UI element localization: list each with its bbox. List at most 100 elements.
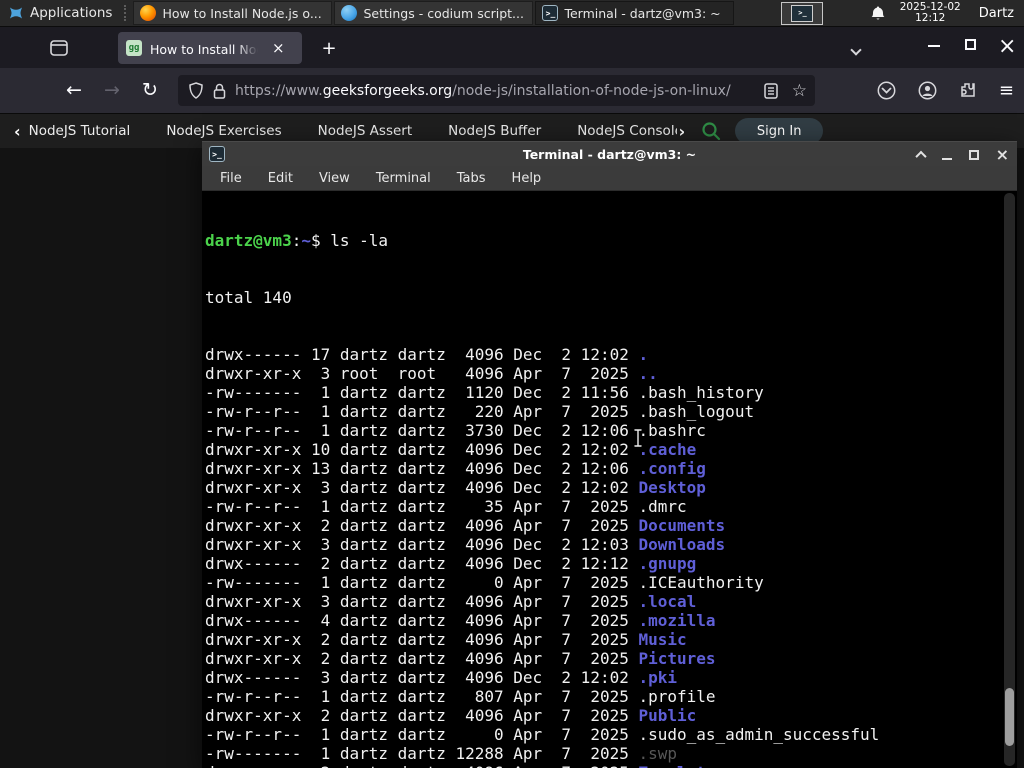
file-name: . (638, 345, 649, 364)
terminal-line: -rw-r--r-- 1 dartz dartz 807 Apr 7 2025 … (205, 687, 1001, 706)
taskbar: How to Install Node.js o... Settings - co… (132, 0, 735, 26)
url-domain: geeksforgeeks.org (322, 82, 453, 99)
menu-item-file[interactable]: File (220, 171, 242, 186)
terminal-line: drwx------ 4 dartz dartz 4096 Apr 7 2025… (205, 611, 1001, 630)
prompt-cwd: ~ (301, 231, 311, 250)
terminal-line: drwxr-xr-x 2 dartz dartz 4096 Apr 7 2025… (205, 763, 1001, 768)
tab-title-fade (236, 39, 262, 57)
file-attributes: -rw-r--r-- 1 dartz dartz 35 Apr 7 2025 (205, 497, 639, 516)
nav-scroll-right-chevron-icon[interactable]: › (677, 122, 696, 141)
file-attributes: drwxr-xr-x 2 dartz dartz 4096 Apr 7 2025 (205, 630, 639, 649)
terminal-maximize-button[interactable] (968, 149, 979, 160)
applications-label: Applications (30, 5, 113, 21)
file-attributes: drwxr-xr-x 2 dartz dartz 4096 Apr 7 2025 (205, 516, 639, 535)
file-attributes: drwxr-xr-x 2 dartz dartz 4096 Apr 7 2025 (205, 706, 639, 725)
file-attributes: drwxr-xr-x 2 dartz dartz 4096 Apr 7 2025 (205, 649, 639, 668)
terminal-body[interactable]: dartz@vm3:~$ ls -la total 140 drwx------… (202, 191, 1017, 768)
terminal-titlebar[interactable]: >_ Terminal - dartz@vm3: ~ × (202, 141, 1017, 166)
file-attributes: -rw-r--r-- 1 dartz dartz 0 Apr 7 2025 (205, 725, 639, 744)
nav-item[interactable]: NodeJS Buffer (448, 123, 541, 139)
tab-close-button[interactable]: × (270, 40, 287, 56)
url-text[interactable]: https://www.geeksforgeeks.org/node-js/in… (235, 83, 731, 99)
username[interactable]: Dartz (975, 6, 1014, 21)
clock[interactable]: 2025-12-02 12:12 (900, 1, 961, 25)
browser-tab[interactable]: gg How to Install Node.js on × (118, 32, 302, 64)
file-name: .bash_logout (638, 402, 755, 421)
taskbar-button[interactable]: Settings - codium script... (334, 1, 534, 25)
taskbar-button-label: Settings - codium script... (363, 5, 524, 21)
taskbar-button-label: Terminal - dartz@vm3: ~ (564, 5, 721, 21)
terminal-line: -rw-r--r-- 1 dartz dartz 3730 Dec 2 12:0… (205, 421, 1001, 440)
nav-item[interactable]: NodeJS Exercises (166, 123, 281, 139)
menu-item-edit[interactable]: Edit (268, 171, 293, 186)
nav-item[interactable]: NodeJS Tutorial (29, 123, 131, 139)
terminal-line: -rw-r--r-- 1 dartz dartz 220 Apr 7 2025 … (205, 402, 1001, 421)
nav-item[interactable]: NodeJS Console (577, 123, 676, 139)
reload-button[interactable]: ↻ (134, 75, 166, 105)
applications-button[interactable]: Applications (0, 0, 120, 26)
file-attributes: -rw------- 1 dartz dartz 1120 Dec 2 11:5… (205, 383, 639, 402)
file-attributes: drwx------ 2 dartz dartz 4096 Dec 2 12:1… (205, 554, 639, 573)
taskbar-button-label: How to Install Node.js o... (162, 5, 322, 21)
menu-item-tabs[interactable]: Tabs (457, 171, 486, 186)
firefox-view-icon (50, 40, 68, 56)
file-name: .profile (638, 687, 716, 706)
workspace-switcher[interactable]: >_ (781, 1, 824, 25)
terminal-total-line: total 140 (205, 288, 292, 307)
menu-item-view[interactable]: View (319, 171, 350, 186)
terminal-close-button[interactable]: × (996, 146, 1009, 162)
taskbar-button[interactable]: How to Install Node.js o... (133, 1, 333, 25)
terminal-title: Terminal - dartz@vm3: ~ (522, 146, 697, 162)
extensions-puzzle-icon[interactable] (959, 81, 977, 99)
shield-icon[interactable] (188, 82, 204, 99)
nav-scroll-left-chevron-icon[interactable]: ‹ (0, 122, 29, 141)
firefox-icon (140, 5, 157, 21)
terminal-line: -rw------- 1 dartz dartz 12288 Apr 7 202… (205, 744, 1001, 763)
xubuntu-logo-icon (10, 7, 22, 19)
file-attributes: -rw------- 1 dartz dartz 0 Apr 7 2025 (205, 573, 639, 592)
url-bar[interactable]: https://www.geeksforgeeks.org/node-js/in… (178, 75, 815, 106)
terminal-minimize-button[interactable] (941, 157, 952, 160)
back-button[interactable]: ← (58, 75, 90, 105)
terminal-shade-button[interactable] (914, 150, 927, 162)
chevron-down-icon (850, 44, 862, 56)
file-attributes: drwxr-xr-x 3 dartz dartz 4096 Dec 2 12:0… (205, 535, 639, 554)
terminal-line: drwxr-xr-x 13 dartz dartz 4096 Dec 2 12:… (205, 459, 1001, 478)
lock-icon[interactable] (213, 83, 226, 99)
file-attributes: drwxr-xr-x 2 dartz dartz 4096 Apr 7 2025 (205, 763, 638, 768)
list-all-tabs-button[interactable] (850, 39, 870, 56)
terminal-scrollbar[interactable] (1004, 193, 1015, 766)
file-attributes: -rw-r--r-- 1 dartz dartz 220 Apr 7 2025 (205, 402, 639, 421)
browser-minimize-button[interactable] (928, 45, 940, 47)
reader-mode-icon[interactable] (764, 82, 778, 99)
search-icon[interactable] (701, 121, 721, 141)
browser-close-button[interactable]: × (998, 31, 1016, 63)
terminal-line: drwxr-xr-x 3 dartz dartz 4096 Dec 2 12:0… (205, 535, 1001, 554)
menu-item-help[interactable]: Help (512, 171, 542, 186)
file-name: .swp (638, 744, 678, 763)
url-scheme: https://www. (235, 82, 323, 99)
file-name: .dmrc (638, 497, 687, 516)
file-name: Templates (638, 763, 725, 768)
taskbar-button[interactable]: >_ Terminal - dartz@vm3: ~ (535, 1, 735, 25)
firefox-view-button[interactable] (46, 35, 72, 61)
bookmark-star-icon[interactable]: ☆ (792, 81, 807, 101)
terminal-line: drwxr-xr-x 2 dartz dartz 4096 Apr 7 2025… (205, 706, 1001, 725)
menu-item-terminal[interactable]: Terminal (376, 171, 431, 186)
pocket-icon[interactable] (877, 81, 896, 100)
ibeam-mouse-cursor (633, 428, 643, 448)
browser-maximize-button[interactable] (965, 39, 976, 50)
terminal-line: -rw-r--r-- 1 dartz dartz 35 Apr 7 2025 .… (205, 497, 1001, 516)
file-attributes: -rw------- 1 dartz dartz 12288 Apr 7 202… (205, 744, 639, 763)
menu-hamburger-icon[interactable]: ≡ (999, 80, 1014, 101)
file-name: Music (638, 630, 687, 649)
account-icon[interactable] (918, 81, 937, 100)
file-attributes: drwx------ 17 dartz dartz 4096 Dec 2 12:… (205, 345, 639, 364)
notification-bell-icon[interactable] (870, 5, 886, 21)
url-path: /node-js/installation-of-node-js-on-linu… (452, 82, 731, 99)
nav-item[interactable]: NodeJS Assert (318, 123, 413, 139)
scrollbar-thumb[interactable] (1005, 688, 1014, 746)
new-tab-button[interactable]: + (316, 35, 342, 61)
file-attributes: drwxr-xr-x 3 dartz dartz 4096 Dec 2 12:0… (205, 478, 639, 497)
terminal-window: >_ Terminal - dartz@vm3: ~ × File Edit Vie… (202, 141, 1017, 768)
